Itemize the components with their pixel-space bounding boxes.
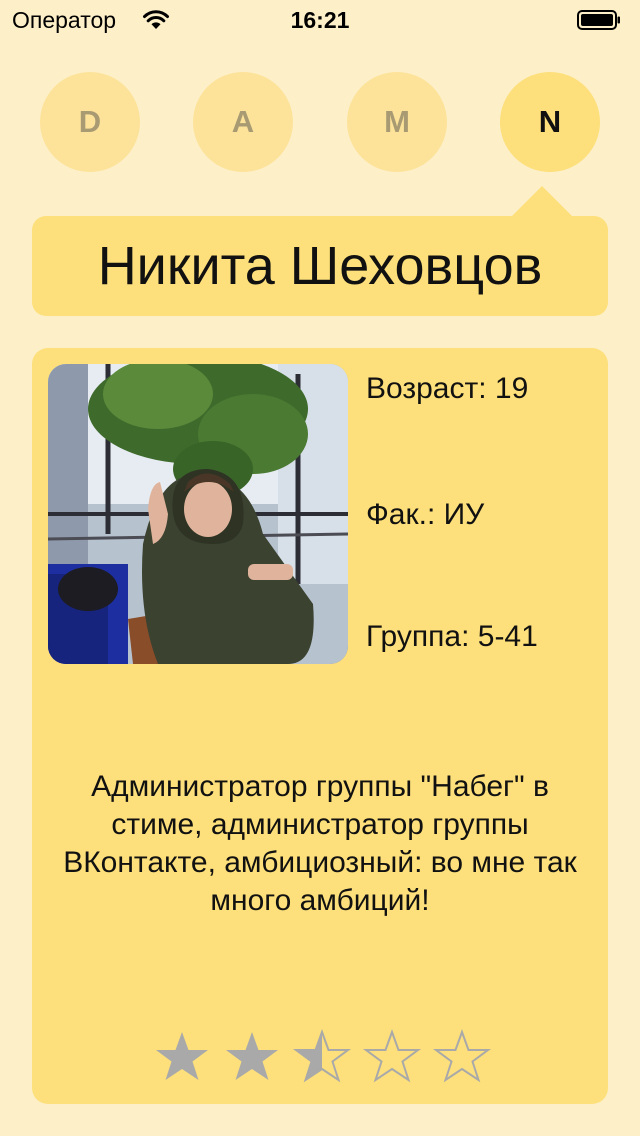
profile-card: Возраст: 19 Фак.: ИУ Группа: 5-41 Админи… [32, 348, 608, 1104]
tab-a[interactable]: A [193, 72, 293, 172]
group-label: Группа: 5-41 [366, 620, 538, 653]
age-label: Возраст: 19 [366, 372, 529, 405]
person-name: Никита Шеховцов [97, 236, 543, 296]
bubble-pointer [510, 186, 574, 218]
profile-photo-illustration [48, 364, 348, 664]
tab-m[interactable]: M [347, 72, 447, 172]
battery-icon [577, 10, 620, 30]
profile-description: Администратор группы "Набег" в стиме, ад… [63, 770, 577, 917]
person-tabs: D A M N [0, 72, 640, 172]
star-icon[interactable] [222, 1028, 282, 1088]
status-bar: Оператор 16:21 [0, 0, 640, 40]
star-icon[interactable] [152, 1028, 212, 1088]
star-half-icon[interactable] [292, 1028, 352, 1088]
clock: 16:21 [290, 7, 350, 33]
faculty-label: Фак.: ИУ [366, 498, 485, 531]
tab-d[interactable]: D [40, 72, 140, 172]
star-outline-icon[interactable] [362, 1028, 422, 1088]
tab-n[interactable]: N [500, 72, 600, 172]
star-outline-icon[interactable] [432, 1028, 492, 1088]
star-rating[interactable] [152, 1028, 492, 1088]
name-bubble: Никита Шеховцов [32, 186, 608, 316]
profile-photo [48, 364, 348, 664]
